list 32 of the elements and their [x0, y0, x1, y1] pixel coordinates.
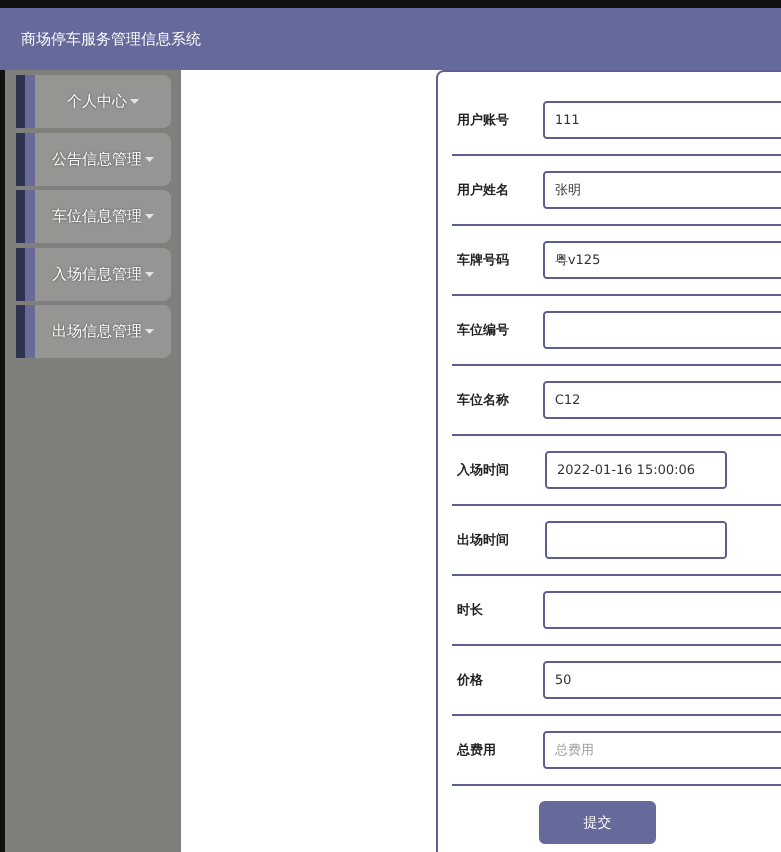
field-label: 车牌号码: [457, 252, 510, 269]
app-title: 商场停车服务管理信息系统: [21, 30, 201, 48]
caret-icon: [145, 272, 154, 276]
input-field[interactable]: 50: [542, 661, 781, 699]
field-label: 总费用: [457, 742, 497, 759]
submit-button[interactable]: 提交: [539, 801, 656, 844]
field-label: 价格: [457, 672, 484, 689]
accent-stripe: [16, 75, 35, 128]
input-field[interactable]: [542, 591, 781, 629]
field-label: 出场时间: [457, 532, 510, 549]
field-label: 用户账号: [457, 112, 510, 129]
caret-icon: [145, 156, 154, 162]
accent-stripe: [16, 190, 35, 243]
field-label: 时长: [457, 602, 484, 619]
input-field[interactable]: [542, 311, 781, 349]
field-label: 入场时间: [457, 462, 510, 479]
accent-stripe: [16, 305, 35, 358]
input-field[interactable]: 张明: [542, 171, 781, 209]
input-field[interactable]: C12: [542, 381, 781, 419]
input-field[interactable]: 111: [542, 101, 781, 139]
input-field[interactable]: 总费用: [542, 731, 781, 769]
field-label: 用户姓名: [457, 182, 510, 199]
field-label: 车位编号: [457, 322, 510, 339]
input-field[interactable]: [545, 521, 727, 559]
input-field[interactable]: 粤v125: [542, 241, 781, 279]
caret-icon: [130, 99, 139, 104]
accent-stripe: [16, 248, 35, 300]
input-field[interactable]: 2022-01-16 15:00:06: [545, 451, 727, 489]
field-label: 车位名称: [457, 392, 510, 409]
caret-icon: [145, 214, 154, 219]
accent-stripe: [16, 132, 35, 186]
caret-icon: [145, 329, 154, 334]
